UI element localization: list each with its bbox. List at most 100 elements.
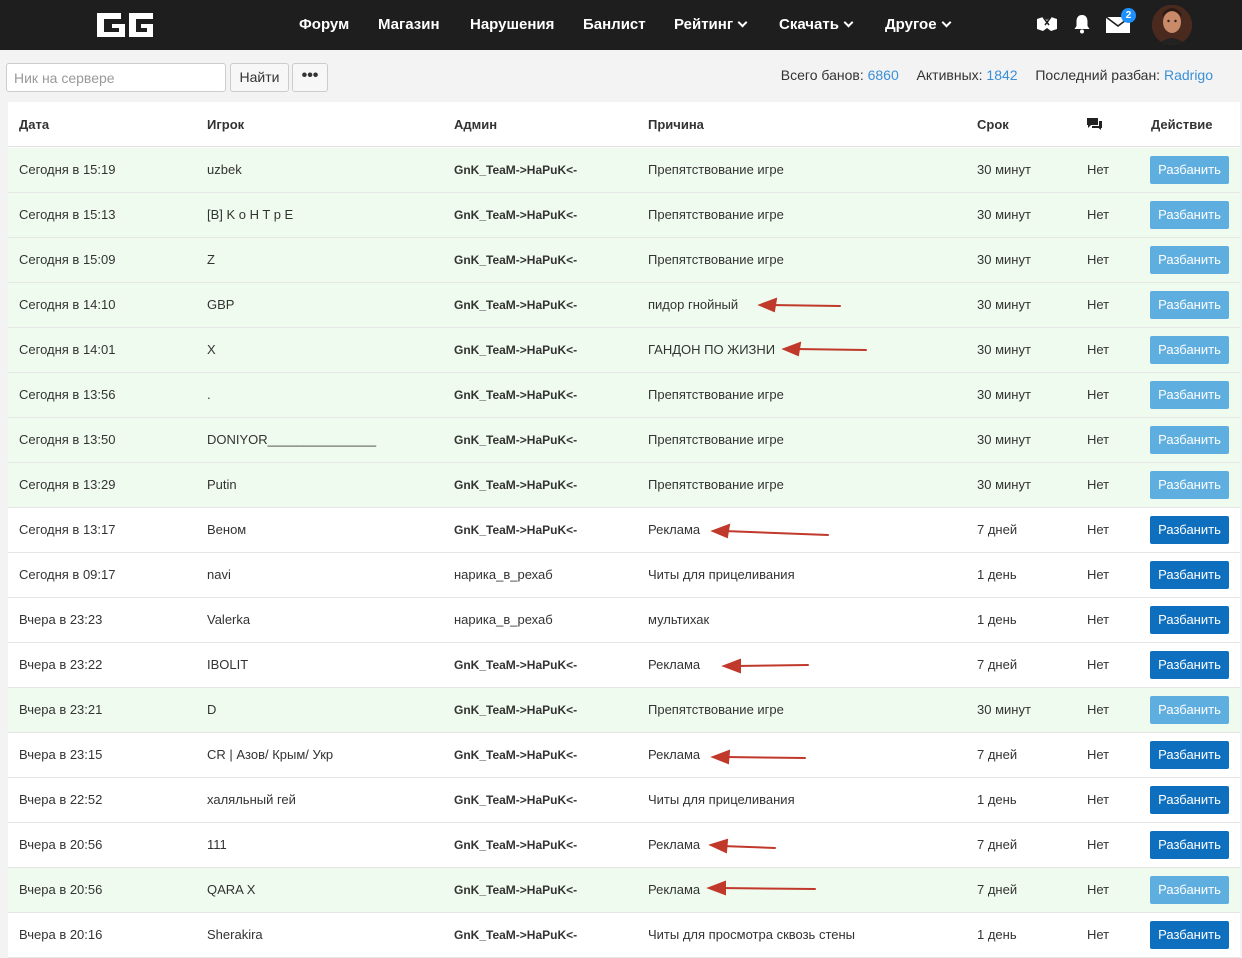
unban-button[interactable]: Разбанить	[1150, 606, 1229, 634]
cell-comments[interactable]: Нет	[1087, 823, 1109, 867]
header-term[interactable]: Срок	[977, 102, 1009, 147]
cell-comments[interactable]: Нет	[1087, 778, 1109, 822]
header-reason[interactable]: Причина	[648, 102, 704, 147]
cell-admin[interactable]: GnK_TeaM->HaPuK<-	[454, 283, 577, 327]
unban-button[interactable]: Разбанить	[1150, 336, 1229, 364]
cell-comments[interactable]: Нет	[1087, 688, 1109, 732]
cell-admin[interactable]: GnK_TeaM->HaPuK<-	[454, 913, 577, 957]
cell-reason: Читы для прицеливания	[648, 567, 795, 582]
cell-player[interactable]: Valerka	[207, 598, 250, 642]
unban-button[interactable]: Разбанить	[1150, 201, 1229, 229]
cell-player[interactable]: 111	[207, 823, 227, 867]
cell-comments[interactable]: Нет	[1087, 463, 1109, 507]
unban-button[interactable]: Разбанить	[1150, 651, 1229, 679]
bell-icon[interactable]	[1073, 14, 1091, 34]
cell-admin[interactable]: GnK_TeaM->HaPuK<-	[454, 148, 577, 192]
unban-button[interactable]: Разбанить	[1150, 741, 1229, 769]
unban-button[interactable]: Разбанить	[1150, 786, 1229, 814]
site-logo[interactable]	[95, 10, 155, 40]
nav-other[interactable]: Другое	[885, 0, 952, 50]
cell-admin[interactable]: нарика_в_рехаб	[454, 553, 553, 597]
cell-player[interactable]: DONIYOR_______________	[207, 418, 376, 462]
cell-admin[interactable]: GnK_TeaM->HaPuK<-	[454, 778, 577, 822]
active-bans-value[interactable]: 1842	[986, 67, 1017, 83]
unban-button[interactable]: Разбанить	[1150, 291, 1229, 319]
cell-admin[interactable]: GnK_TeaM->HaPuK<-	[454, 238, 577, 282]
cell-player[interactable]: navi	[207, 553, 231, 597]
cell-player[interactable]: халяльный гей	[207, 778, 296, 822]
nav-forum[interactable]: Форум	[299, 0, 349, 50]
cell-player[interactable]: [B] K o H T p E	[207, 193, 293, 237]
cell-admin[interactable]: GnK_TeaM->HaPuK<-	[454, 463, 577, 507]
cell-player[interactable]: Веном	[207, 508, 246, 552]
unban-button[interactable]: Разбанить	[1150, 381, 1229, 409]
nav-download[interactable]: Скачать	[779, 0, 854, 50]
cell-admin[interactable]: GnK_TeaM->HaPuK<-	[454, 823, 577, 867]
cell-player[interactable]: Z	[207, 238, 215, 282]
cell-comments[interactable]: Нет	[1087, 418, 1109, 462]
cell-player[interactable]: IBOLIT	[207, 643, 248, 687]
cell-player[interactable]: uzbek	[207, 148, 242, 192]
cell-player[interactable]: D	[207, 688, 216, 732]
more-options-button[interactable]: •••	[292, 63, 328, 92]
cell-admin[interactable]: GnK_TeaM->HaPuK<-	[454, 508, 577, 552]
header-player[interactable]: Игрок	[207, 102, 244, 147]
cell-admin[interactable]: GnK_TeaM->HaPuK<-	[454, 328, 577, 372]
cell-comments[interactable]: Нет	[1087, 598, 1109, 642]
unban-button[interactable]: Разбанить	[1150, 516, 1229, 544]
cell-term: 30 минут	[977, 162, 1031, 177]
cell-admin[interactable]: GnK_TeaM->HaPuK<-	[454, 688, 577, 732]
cell-admin[interactable]: GnK_TeaM->HaPuK<-	[454, 643, 577, 687]
unban-button[interactable]: Разбанить	[1150, 246, 1229, 274]
last-unban-value[interactable]: Radrigo	[1164, 67, 1213, 83]
unban-button[interactable]: Разбанить	[1150, 831, 1229, 859]
cell-date: Сегодня в 13:56	[19, 387, 116, 402]
cell-comments[interactable]: Нет	[1087, 508, 1109, 552]
nav-rating[interactable]: Рейтинг	[674, 0, 748, 50]
unban-button[interactable]: Разбанить	[1150, 921, 1229, 949]
header-date[interactable]: Дата	[19, 102, 49, 147]
cell-player[interactable]: QARA X	[207, 868, 255, 912]
nav-shop[interactable]: Магазин	[378, 0, 440, 50]
cell-admin[interactable]: GnK_TeaM->HaPuK<-	[454, 868, 577, 912]
nav-violations[interactable]: Нарушения	[470, 0, 554, 50]
cell-comments[interactable]: Нет	[1087, 643, 1109, 687]
total-bans-value[interactable]: 6860	[868, 67, 899, 83]
cell-player[interactable]: .	[207, 373, 211, 417]
cell-comments[interactable]: Нет	[1087, 148, 1109, 192]
cell-comments[interactable]: Нет	[1087, 193, 1109, 237]
cell-date: Сегодня в 13:17	[19, 522, 116, 537]
cell-comments[interactable]: Нет	[1087, 373, 1109, 417]
cell-comments[interactable]: Нет	[1087, 868, 1109, 912]
cell-player[interactable]: GBP	[207, 283, 234, 327]
nav-banlist[interactable]: Банлист	[583, 0, 646, 50]
cell-admin[interactable]: GnK_TeaM->HaPuK<-	[454, 733, 577, 777]
cell-date: Вчера в 20:56	[19, 882, 103, 897]
avatar[interactable]	[1152, 5, 1192, 45]
cell-player[interactable]: X	[207, 328, 216, 372]
cell-player[interactable]: Putin	[207, 463, 237, 507]
find-button[interactable]: Найти	[230, 63, 289, 92]
unban-button[interactable]: Разбанить	[1150, 471, 1229, 499]
cell-admin[interactable]: GnK_TeaM->HaPuK<-	[454, 418, 577, 462]
handshake-icon[interactable]	[1036, 15, 1058, 33]
unban-button[interactable]: Разбанить	[1150, 696, 1229, 724]
cell-comments[interactable]: Нет	[1087, 283, 1109, 327]
cell-admin[interactable]: GnK_TeaM->HaPuK<-	[454, 373, 577, 417]
unban-button[interactable]: Разбанить	[1150, 426, 1229, 454]
header-admin[interactable]: Админ	[454, 102, 497, 147]
cell-admin[interactable]: GnK_TeaM->HaPuK<-	[454, 193, 577, 237]
cell-player[interactable]: CR | Азов/ Крым/ Укр	[207, 733, 333, 777]
cell-comments[interactable]: Нет	[1087, 553, 1109, 597]
cell-comments[interactable]: Нет	[1087, 913, 1109, 957]
cell-comments[interactable]: Нет	[1087, 238, 1109, 282]
unban-button[interactable]: Разбанить	[1150, 876, 1229, 904]
cell-term: 30 минут	[977, 342, 1031, 357]
search-input[interactable]	[6, 63, 226, 92]
cell-player[interactable]: Sherakira	[207, 913, 263, 957]
unban-button[interactable]: Разбанить	[1150, 561, 1229, 589]
unban-button[interactable]: Разбанить	[1150, 156, 1229, 184]
cell-admin[interactable]: нарика_в_рехаб	[454, 598, 553, 642]
cell-comments[interactable]: Нет	[1087, 328, 1109, 372]
cell-comments[interactable]: Нет	[1087, 733, 1109, 777]
